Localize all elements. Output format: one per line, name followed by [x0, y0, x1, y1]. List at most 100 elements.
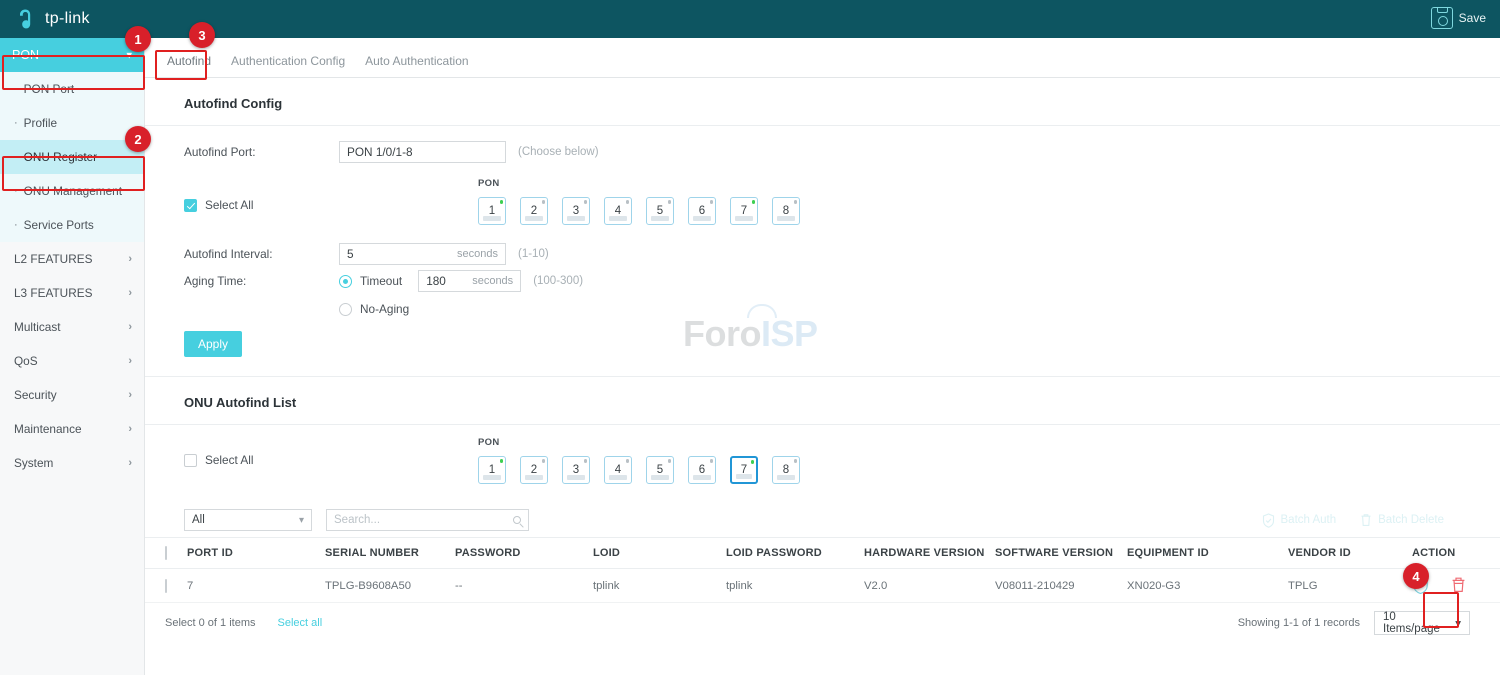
config-port-7[interactable]: 7	[730, 197, 758, 225]
chevron-right-icon: ›	[128, 457, 132, 469]
sidebar-item-label: ONU Management	[24, 184, 122, 198]
port-status-led	[584, 200, 588, 204]
autofind-interval-value: 5	[347, 247, 354, 261]
cell-hardware-version: V2.0	[864, 580, 995, 592]
footer-records-text: Showing 1-1 of 1 records	[1238, 617, 1360, 629]
apply-button[interactable]: Apply	[184, 331, 242, 357]
sidebar-group-multicast[interactable]: Multicast ›	[0, 310, 144, 344]
trash-icon	[1360, 513, 1372, 527]
cell-serial-number: TPLG-B9608A50	[325, 580, 455, 592]
list-port-3[interactable]: 3	[562, 456, 590, 484]
aging-timeout-label: Timeout	[360, 274, 402, 288]
cell-port-id: 7	[187, 580, 325, 592]
aging-timeout-unit: seconds	[472, 275, 513, 287]
port-number: 3	[573, 205, 579, 217]
port-status-led	[710, 200, 714, 204]
annotation-badge-4: 4	[1403, 563, 1429, 589]
no-aging-radio[interactable]	[339, 303, 352, 316]
sidebar-item-label: Service Ports	[24, 218, 94, 232]
cell-loid-password: tplink	[726, 580, 864, 592]
config-port-3[interactable]: 3	[562, 197, 590, 225]
sidebar-item-onu-management[interactable]: · ONU Management	[0, 174, 144, 208]
list-select-all-row: Select All	[145, 453, 339, 467]
autofind-port-input[interactable]: PON 1/0/1-8	[339, 141, 506, 163]
aging-timeout-input[interactable]: 180 seconds	[418, 270, 521, 292]
batch-auth-button[interactable]: Batch Auth	[1262, 513, 1337, 528]
port-number: 6	[699, 205, 705, 217]
config-port-2[interactable]: 2	[520, 197, 548, 225]
sidebar-item-profile[interactable]: · Profile	[0, 106, 144, 140]
config-port-6[interactable]: 6	[688, 197, 716, 225]
autofind-interval-input[interactable]: 5 seconds	[339, 243, 506, 265]
bullet-icon: ·	[14, 219, 18, 231]
sidebar-group-l2-features[interactable]: L2 FEATURES ›	[0, 242, 144, 276]
chevron-down-icon: ▾	[299, 515, 304, 526]
sidebar-item-label: PON Port	[24, 82, 74, 96]
config-port-1[interactable]: 1	[478, 197, 506, 225]
tab-authentication-config[interactable]: Authentication Config	[221, 54, 355, 77]
batch-delete-label: Batch Delete	[1378, 514, 1444, 526]
sidebar-item-service-ports[interactable]: · Service Ports	[0, 208, 144, 242]
config-port-8[interactable]: 8	[772, 197, 800, 225]
list-select-all-checkbox[interactable]	[184, 454, 197, 467]
batch-auth-label: Batch Auth	[1281, 514, 1337, 526]
port-number: 3	[573, 464, 579, 476]
watermark-first: Foro	[683, 313, 761, 354]
column-header-action: ACTION	[1412, 547, 1500, 559]
main-content: Autofind Config Autofind Port: PON 1/0/1…	[145, 78, 1500, 675]
port-number: 2	[531, 464, 537, 476]
list-port-8[interactable]: 8	[772, 456, 800, 484]
list-select-all-label: Select All	[205, 453, 254, 467]
list-port-5[interactable]: 5	[646, 456, 674, 484]
sidebar-group-label: Maintenance	[14, 422, 82, 436]
port-status-led	[794, 459, 798, 463]
sidebar-item-pon[interactable]: PON ▾	[0, 38, 144, 72]
port-status-led	[542, 200, 546, 204]
autofind-port-row: Autofind Port: PON 1/0/1-8 (Choose below…	[145, 126, 1500, 178]
config-select-all-row: Select All	[145, 198, 339, 212]
batch-delete-button[interactable]: Batch Delete	[1360, 513, 1444, 527]
bullet-icon: ·	[14, 151, 18, 163]
column-header-loid: LOID	[593, 547, 726, 559]
search-input[interactable]: Search...	[326, 509, 529, 531]
row-delete-button[interactable]	[1451, 576, 1466, 596]
tab-auto-authentication[interactable]: Auto Authentication	[355, 54, 478, 77]
config-port-4[interactable]: 4	[604, 197, 632, 225]
config-pon-picker: PON 1 2 3 4 5 6 7 8	[478, 178, 800, 225]
sidebar-item-pon-port[interactable]: · PON Port	[0, 72, 144, 106]
tab-autofind[interactable]: Autofind	[157, 54, 221, 77]
save-button[interactable]: Save	[1431, 7, 1486, 29]
aging-timeout-radio[interactable]	[339, 275, 352, 288]
footer-select-all-link[interactable]: Select all	[278, 617, 323, 629]
cell-loid: tplink	[593, 580, 726, 592]
row-select-checkbox[interactable]	[165, 579, 167, 593]
port-number: 4	[615, 464, 621, 476]
sidebar-group-system[interactable]: System ›	[0, 446, 144, 480]
sidebar-group-qos[interactable]: QoS ›	[0, 344, 144, 378]
table-header-select-all-checkbox[interactable]	[165, 546, 167, 560]
list-port-4[interactable]: 4	[604, 456, 632, 484]
sidebar-group-security[interactable]: Security ›	[0, 378, 144, 412]
sidebar-group-maintenance[interactable]: Maintenance ›	[0, 412, 144, 446]
list-port-1[interactable]: 1	[478, 456, 506, 484]
config-select-all-checkbox[interactable]	[184, 199, 197, 212]
autofind-interval-row: Autofind Interval: 5 seconds (1-10)	[145, 240, 1500, 268]
page-size-select[interactable]: 10 Items/page ▾	[1374, 611, 1470, 635]
sidebar-item-onu-register[interactable]: · ONU Register	[0, 140, 144, 174]
port-status-led	[626, 200, 630, 204]
port-status-led	[500, 200, 504, 204]
list-port-7[interactable]: 7	[730, 456, 758, 484]
list-port-2[interactable]: 2	[520, 456, 548, 484]
save-label: Save	[1459, 11, 1486, 25]
list-pon-picker: PON 1 2 3 4 5 6 7 8	[478, 437, 800, 484]
sidebar-group-l3-features[interactable]: L3 FEATURES ›	[0, 276, 144, 310]
cell-equipment-id: XN020-G3	[1127, 580, 1288, 592]
filter-select[interactable]: All ▾	[184, 509, 312, 531]
port-number: 7	[741, 205, 747, 217]
no-aging-row: No-Aging	[145, 294, 1500, 324]
config-port-5[interactable]: 5	[646, 197, 674, 225]
list-port-6[interactable]: 6	[688, 456, 716, 484]
watermark-second: ISP	[761, 313, 818, 354]
port-status-led	[500, 459, 504, 463]
column-header-equipment-id: EQUIPMENT ID	[1127, 547, 1288, 559]
